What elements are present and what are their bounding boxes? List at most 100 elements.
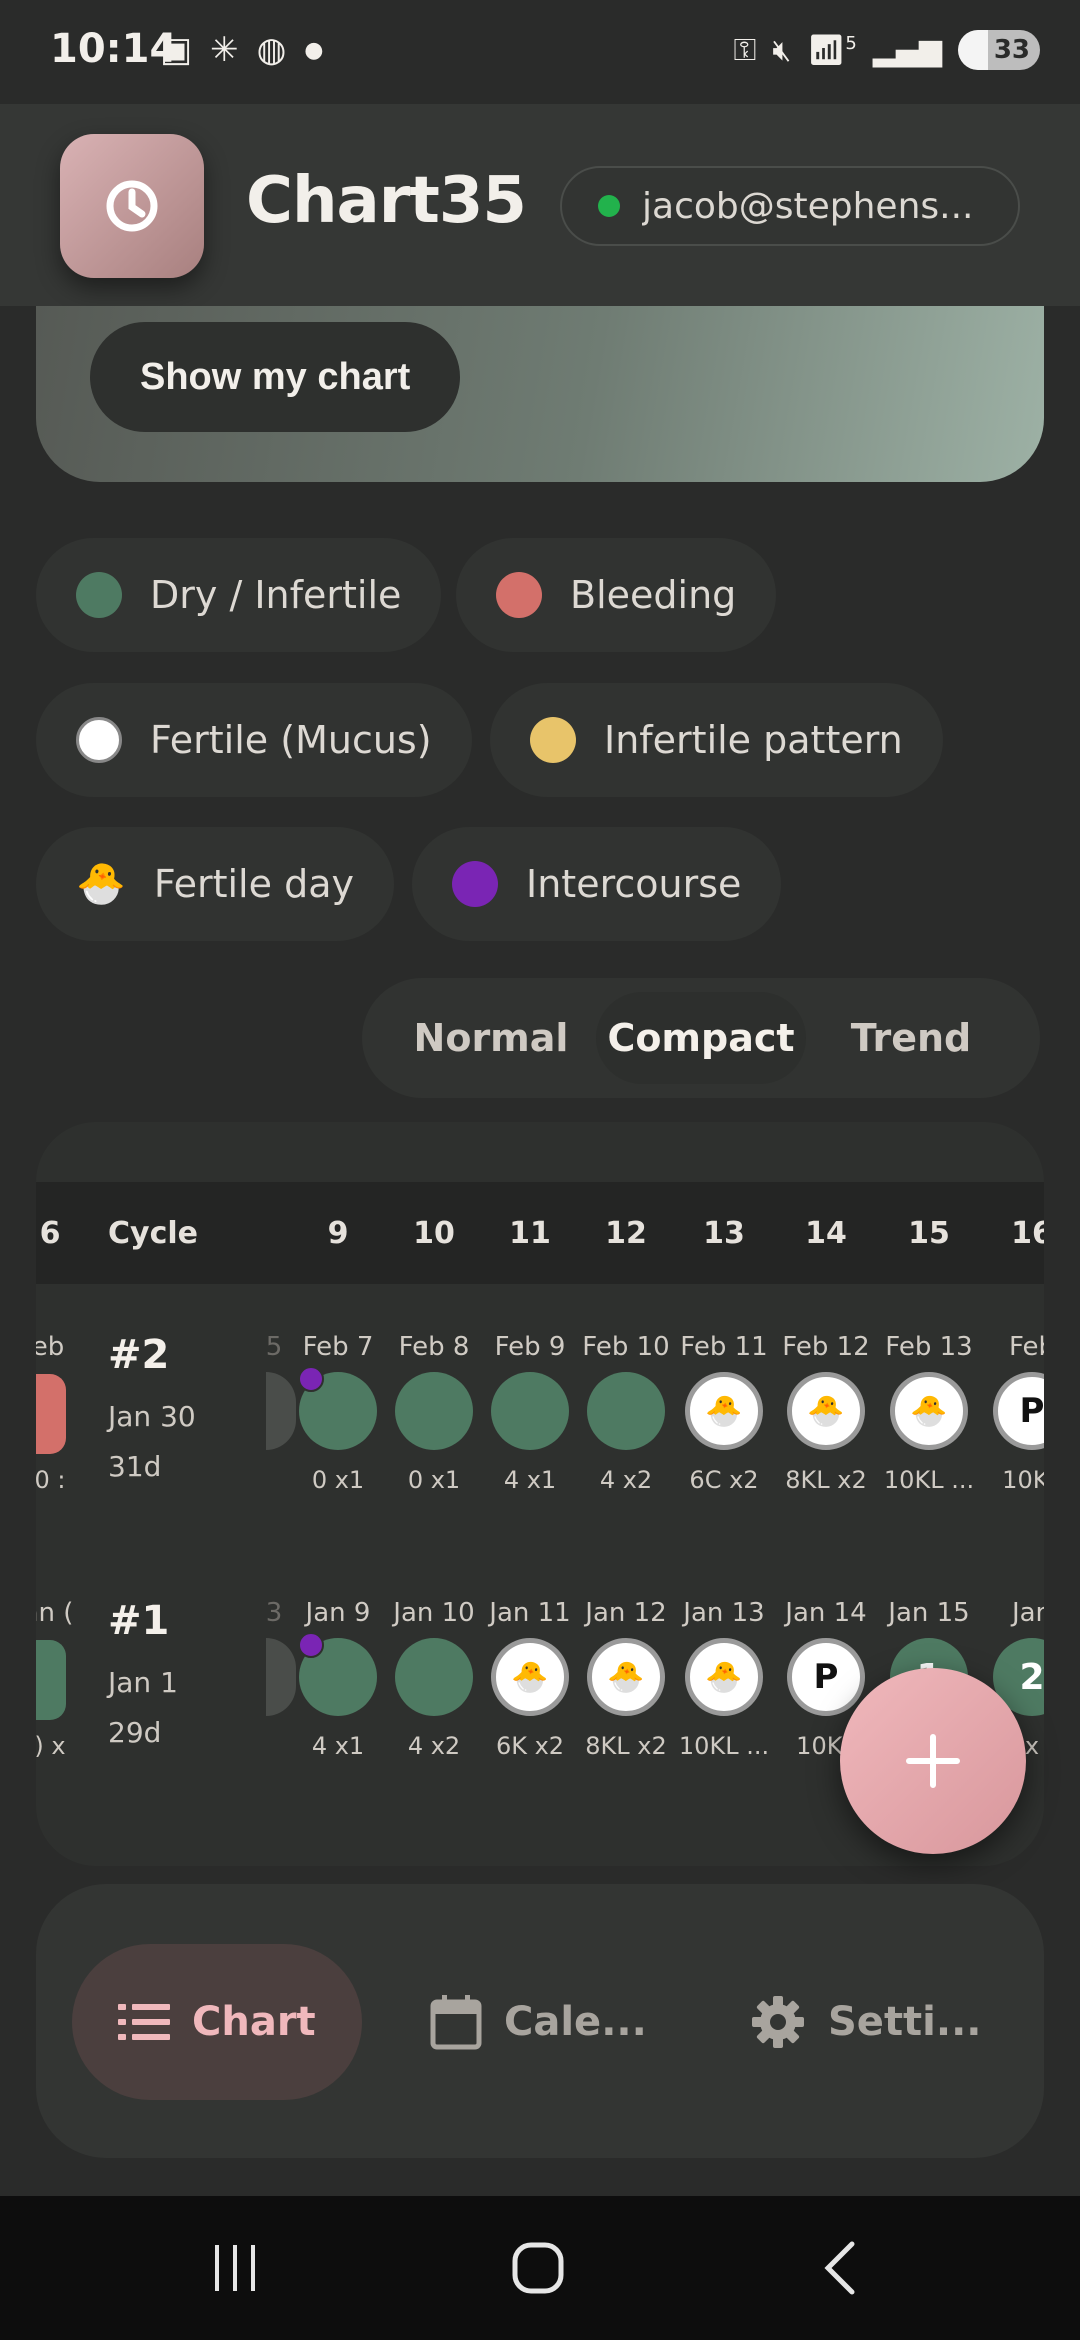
fertile-dot-icon [76, 717, 122, 763]
day-observation-peak[interactable]: P [993, 1372, 1044, 1450]
legend-chip-infertile-pattern: Infertile pattern [490, 683, 943, 797]
cycle-row[interactable]: eb 0 : #2 Jan 30 31d 5 Feb 7 0 x1 Feb 8 0 x… [36, 1322, 1044, 1542]
intercourse-dot-icon [452, 861, 498, 907]
plus-icon [906, 1734, 960, 1788]
prev-day-date-partial: 5 [265, 1332, 283, 1362]
cycle-start-date: Jan 30 [108, 1400, 196, 1433]
intercourse-marker [298, 1366, 324, 1392]
day-date: Feb 9 [494, 1332, 566, 1362]
header-day: 14 [805, 1216, 847, 1251]
view-option-trend[interactable]: Trend [806, 992, 1016, 1084]
day-date: Jan 9 [305, 1598, 371, 1628]
app-logo [60, 134, 204, 278]
bleeding-day-partial [36, 1374, 66, 1454]
cycle-number: #1 [108, 1598, 170, 1644]
day-date: Feb 7 [302, 1332, 374, 1362]
prev-day-partial [266, 1638, 296, 1716]
legend-label: Bleeding [570, 573, 737, 617]
edge-date: eb [36, 1332, 65, 1362]
edge-obs: 0 : [36, 1466, 66, 1494]
day-observation-code: 6K x2 [495, 1732, 565, 1760]
nav-settings[interactable]: Setti... [750, 1944, 981, 2100]
day-observation-dry[interactable] [395, 1372, 473, 1450]
day-observation-fertile[interactable]: 🐣 [587, 1638, 665, 1716]
planet-icon: ◍ [256, 30, 287, 70]
back-button[interactable] [760, 2196, 920, 2340]
cycle-length: 31d [108, 1450, 162, 1483]
add-entry-button[interactable] [840, 1668, 1026, 1854]
home-button[interactable] [458, 2196, 618, 2340]
header-day: 11 [509, 1216, 551, 1251]
nav-chart[interactable]: Chart [72, 1944, 362, 2100]
legend-chip-dry: Dry / Infertile [36, 538, 442, 652]
back-icon [824, 2241, 855, 2295]
status-notification-icons: ▣ ✳ ◍ ● [160, 30, 324, 70]
day-observation-dry[interactable] [587, 1372, 665, 1450]
hero-card: Show my chart [36, 306, 1044, 482]
day-observation-code: 8KL x2 [585, 1732, 667, 1760]
cycle-number: #2 [108, 1332, 170, 1378]
list-icon [118, 2004, 170, 2040]
day-observation-fertile[interactable]: 🐣 [685, 1638, 763, 1716]
account-email: jacob@stephens... [642, 185, 974, 227]
bleeding-dot-icon [496, 572, 542, 618]
day-observation-code: 6C x2 [689, 1466, 759, 1494]
day-observation-code: 4 x1 [503, 1466, 557, 1494]
header-day: 10 [413, 1216, 455, 1251]
view-option-compact[interactable]: Compact [596, 992, 806, 1084]
day-observation-code: 0 x1 [407, 1466, 461, 1494]
home-icon [512, 2242, 564, 2294]
legend-label: Dry / Infertile [150, 573, 402, 617]
dry-dot-icon [76, 572, 122, 618]
day-observation-fertile[interactable]: 🐣 [491, 1638, 569, 1716]
show-my-chart-button[interactable]: Show my chart [90, 322, 461, 432]
sparkle-icon: ✳ [210, 30, 239, 70]
day-observation-dry[interactable] [491, 1372, 569, 1450]
recent-apps-button[interactable] [156, 2196, 316, 2340]
day-observation-fertile[interactable]: 🐣 [685, 1372, 763, 1450]
day-date: Jan 13 [683, 1598, 765, 1628]
legend-label: Intercourse [526, 862, 742, 906]
legend-chip-fertile-day: 🐣 Fertile day [36, 827, 394, 941]
legend-chip-bleeding: Bleeding [456, 538, 777, 652]
day-observation-peak[interactable]: P [787, 1638, 865, 1716]
day-date: Feb 13 [885, 1332, 973, 1362]
legend-label: Fertile day [153, 862, 354, 906]
prev-day-date-partial: 3 [265, 1598, 283, 1628]
bottom-navigation: Chart Cale... Setti... [36, 1884, 1044, 2158]
day-observation-dry[interactable] [395, 1638, 473, 1716]
header-day: 9 [327, 1216, 349, 1251]
status-system-icons: ⚿ 🔇︎ 📶︎5 ▂▄▆ 33 [733, 30, 1040, 70]
nav-label: Cale... [504, 1999, 647, 2045]
nav-label: Chart [192, 1999, 316, 2045]
edge-date: an ( [36, 1598, 74, 1628]
header-day: 16 [1011, 1216, 1044, 1251]
legend-chip-fertile-mucus: Fertile (Mucus) [36, 683, 472, 797]
day-observation-fertile[interactable]: 🐣 [787, 1372, 865, 1450]
account-chip[interactable]: jacob@stephens... [560, 166, 1020, 246]
day-observation-code: 8KL x2 [785, 1466, 867, 1494]
day-date: Jan 14 [785, 1598, 867, 1628]
recents-icon [215, 2245, 255, 2291]
day-observation-code: 4 x2 [407, 1732, 461, 1760]
legend-label: Fertile (Mucus) [150, 718, 432, 762]
day-observation-code: x [1024, 1732, 1040, 1760]
day-observation-code: 4 x2 [599, 1466, 653, 1494]
nav-calendar[interactable]: Cale... [430, 1944, 647, 2100]
chick-icon: 🐣 [76, 861, 126, 907]
wifi-icon: 📶︎5 [807, 32, 857, 68]
day-date: Jan 12 [585, 1598, 667, 1628]
day-date: Jan [1011, 1598, 1044, 1628]
mute-icon: 🔇︎ [772, 32, 792, 68]
day-date: Feb 8 [398, 1332, 470, 1362]
day-date: Jan 10 [393, 1598, 475, 1628]
day-observation-fertile[interactable]: 🐣 [890, 1372, 968, 1450]
intercourse-marker [298, 1632, 324, 1658]
calendar-icon [430, 1995, 482, 2050]
battery-icon: 33 [958, 30, 1040, 70]
chart-header-row: 6 Cycle 9 10 11 12 13 14 15 16 [36, 1182, 1044, 1284]
day-observation-code: 10KL ... [678, 1732, 770, 1760]
nav-label: Setti... [828, 1999, 982, 2045]
view-option-normal[interactable]: Normal [386, 992, 596, 1084]
prev-day-partial [266, 1372, 296, 1450]
